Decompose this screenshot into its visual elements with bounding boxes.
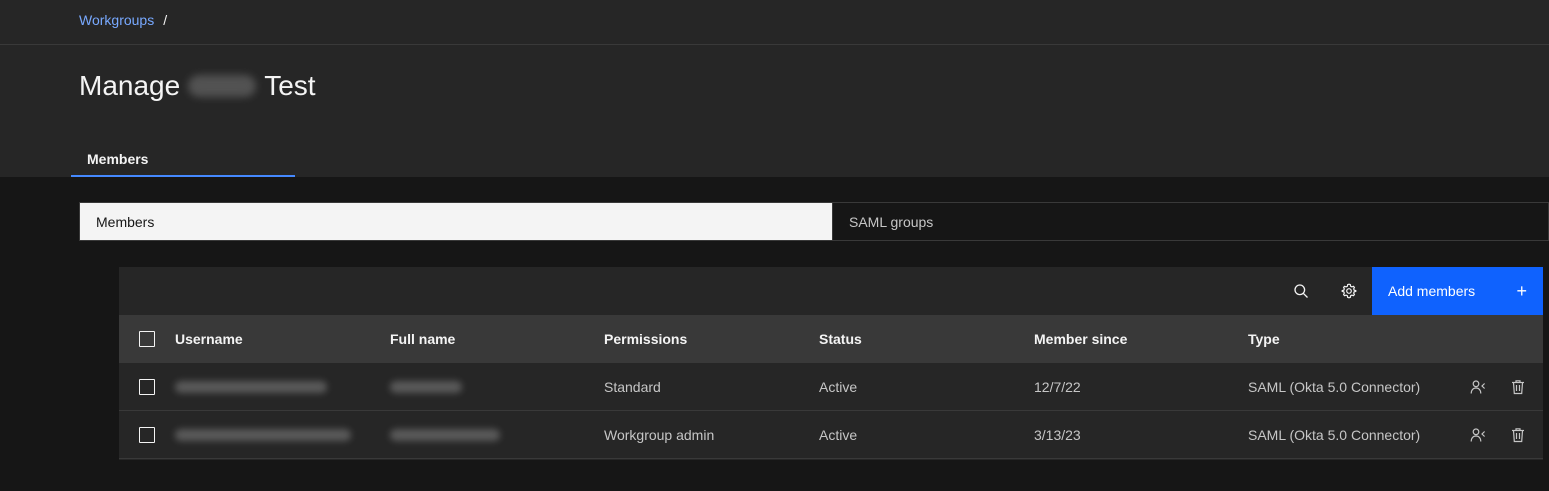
table-row: Workgroup admin Active 3/13/23 SAML (Okt… bbox=[119, 411, 1543, 459]
breadcrumb-separator: / bbox=[163, 12, 168, 28]
breadcrumb: Workgroups / bbox=[79, 12, 167, 28]
cell-permissions: Workgroup admin bbox=[604, 426, 715, 443]
row-select-cell bbox=[119, 411, 175, 458]
cell-full-name bbox=[390, 363, 604, 410]
tab-members[interactable]: Members bbox=[71, 139, 295, 177]
trash-icon[interactable] bbox=[1498, 415, 1538, 455]
user-role-icon[interactable] bbox=[1458, 415, 1498, 455]
table-row: Standard Active 12/7/22 SAML (Okta 5.0 C… bbox=[119, 363, 1543, 411]
redacted-username bbox=[175, 428, 351, 441]
table-toolbar: Add members + bbox=[119, 267, 1543, 315]
cell-status: Active bbox=[819, 378, 858, 395]
column-header-actions bbox=[1458, 315, 1543, 363]
page-title-prefix: Manage bbox=[79, 70, 181, 101]
switcher-saml-groups[interactable]: SAML groups bbox=[832, 203, 1548, 240]
cell-username bbox=[175, 363, 390, 410]
select-all-cell bbox=[119, 315, 175, 363]
row-select-cell bbox=[119, 363, 175, 410]
row-actions bbox=[1458, 363, 1543, 410]
user-role-icon[interactable] bbox=[1458, 367, 1498, 407]
row-checkbox[interactable] bbox=[139, 426, 155, 443]
cell-username bbox=[175, 411, 390, 458]
switcher-members[interactable]: Members bbox=[80, 203, 832, 240]
cell-type: SAML (Okta 5.0 Connector) bbox=[1248, 378, 1421, 395]
row-checkbox[interactable] bbox=[139, 378, 155, 395]
search-icon[interactable] bbox=[1277, 267, 1325, 315]
redacted-workgroup-name bbox=[188, 75, 257, 97]
cell-member-since: 3/13/23 bbox=[1034, 426, 1081, 443]
cell-member-since: 12/7/22 bbox=[1034, 378, 1081, 395]
members-table: Add members + Username Full name Permiss… bbox=[119, 267, 1543, 460]
add-members-label: Add members bbox=[1388, 283, 1476, 299]
cell-type: SAML (Okta 5.0 Connector) bbox=[1248, 426, 1421, 443]
column-header-type[interactable]: Type bbox=[1248, 315, 1458, 363]
trash-icon[interactable] bbox=[1498, 367, 1538, 407]
select-all-checkbox[interactable] bbox=[139, 331, 155, 347]
settings-icon[interactable] bbox=[1325, 267, 1373, 315]
column-header-username[interactable]: Username bbox=[175, 315, 390, 363]
cell-status: Active bbox=[819, 426, 858, 443]
redacted-username bbox=[175, 380, 327, 393]
row-actions bbox=[1458, 411, 1543, 458]
page-title: Manage Test bbox=[79, 70, 316, 102]
breadcrumb-link-workgroups[interactable]: Workgroups bbox=[79, 12, 154, 28]
column-header-status[interactable]: Status bbox=[819, 315, 1034, 363]
add-icon: + bbox=[1516, 281, 1527, 301]
content-switcher: Members SAML groups bbox=[79, 202, 1549, 241]
page-header: Workgroups / Manage Test Members bbox=[0, 0, 1549, 177]
column-header-full-name[interactable]: Full name bbox=[390, 315, 604, 363]
breadcrumb-bar: Workgroups / bbox=[0, 0, 1549, 45]
column-header-permissions[interactable]: Permissions bbox=[604, 315, 819, 363]
redacted-full-name bbox=[390, 380, 462, 393]
add-members-button[interactable]: Add members + bbox=[1372, 267, 1543, 315]
cell-full-name bbox=[390, 411, 604, 458]
cell-permissions: Standard bbox=[604, 378, 661, 395]
page-title-suffix: Test bbox=[264, 70, 316, 101]
column-header-member-since[interactable]: Member since bbox=[1034, 315, 1248, 363]
table-header-row: Username Full name Permissions Status Me… bbox=[119, 315, 1543, 363]
redacted-full-name bbox=[390, 428, 500, 441]
